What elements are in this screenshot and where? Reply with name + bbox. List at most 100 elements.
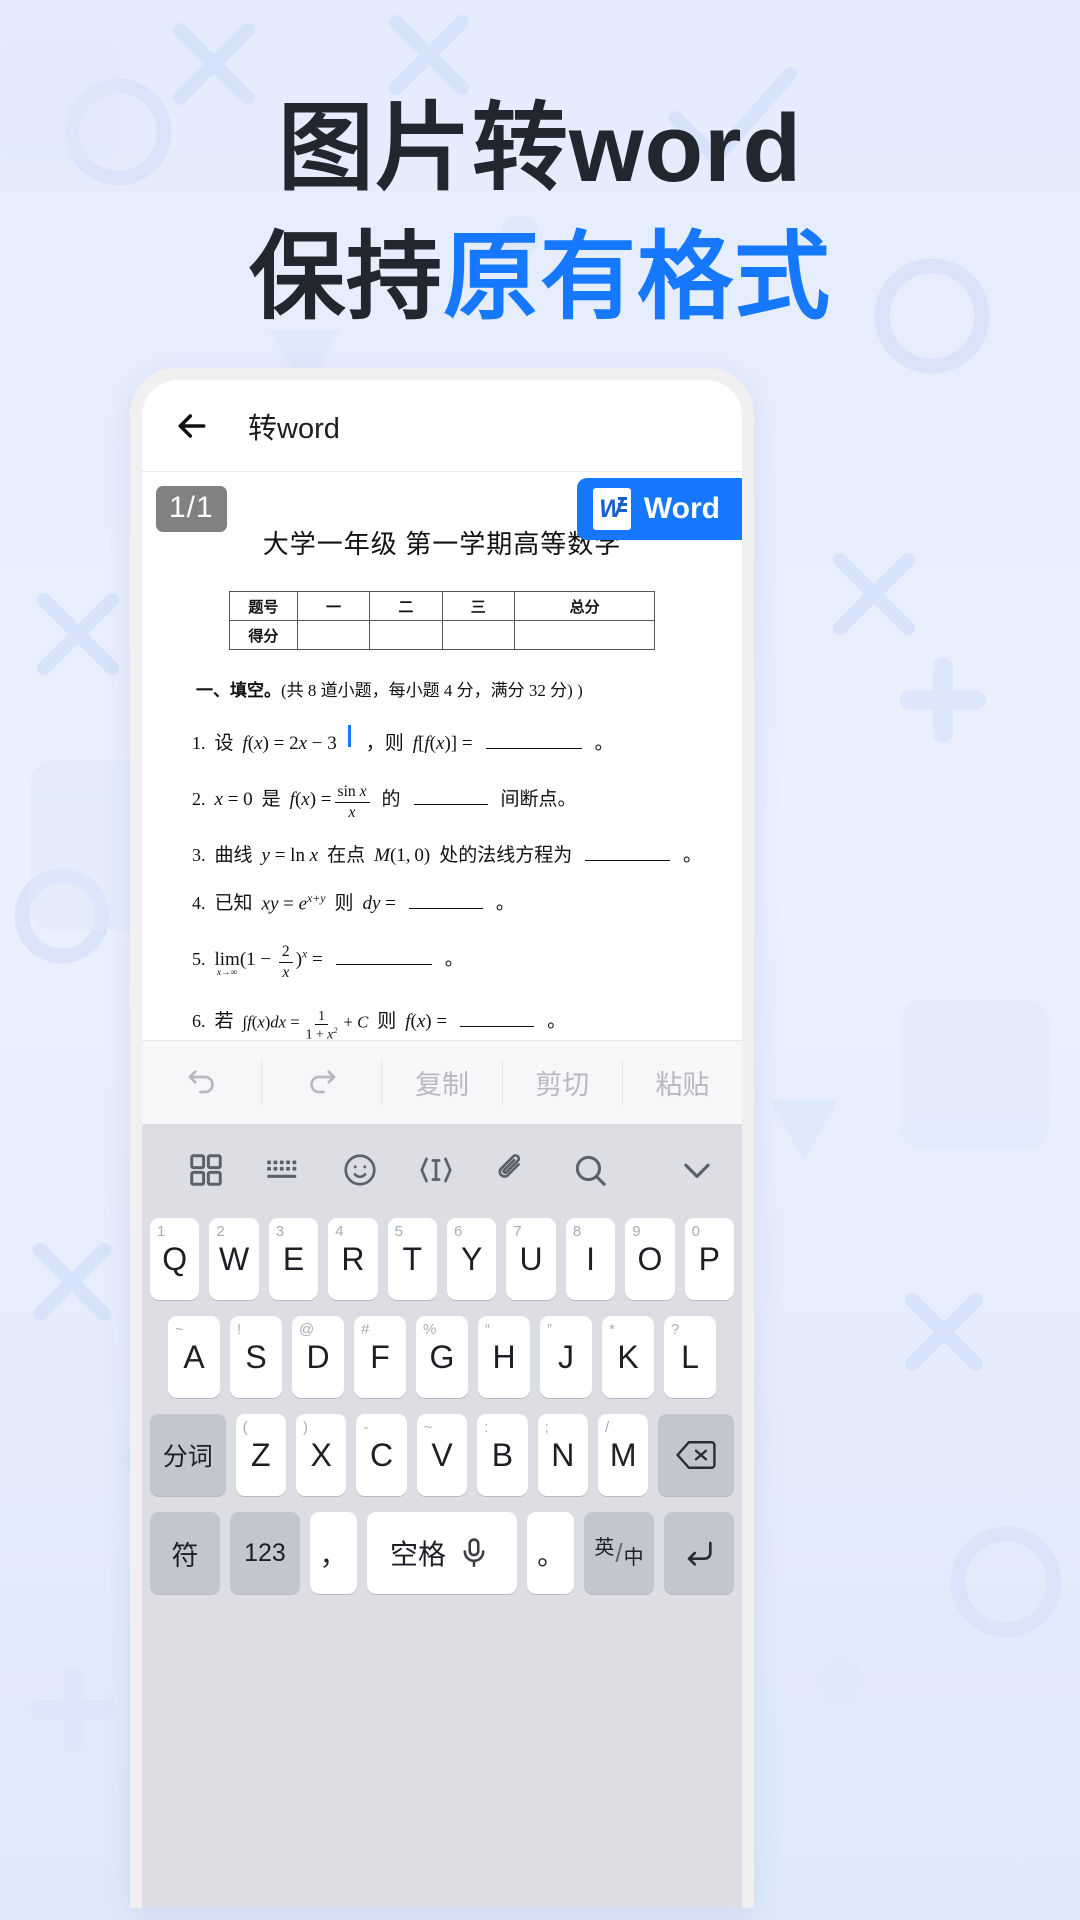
key-z[interactable]: (Z	[235, 1414, 286, 1496]
key-e[interactable]: 3E	[268, 1218, 319, 1300]
key-h[interactable]: “H	[478, 1316, 530, 1398]
document-viewer[interactable]: 大学一年级 第一学期高等数学 题号 一 二 三 总分 得分 一、填空。(共 8 …	[142, 472, 742, 1040]
key-s[interactable]: ! S	[230, 1316, 282, 1398]
score-table: 题号 一 二 三 总分 得分	[228, 591, 656, 650]
key-n[interactable]: ; N	[537, 1414, 589, 1496]
keyboard-row-3: 分词 (Z ) X -C ~ V :B ; N / M	[142, 1414, 742, 1496]
key-k[interactable]: * K	[602, 1316, 654, 1398]
section-heading: 一、填空。(共 8 道小题，每小题 4 分，满分 32 分) )	[196, 676, 702, 701]
table-cell	[296, 620, 371, 650]
key-v[interactable]: ~ V	[416, 1414, 468, 1496]
key-hint: *	[609, 1321, 615, 1338]
answer-blank	[335, 951, 432, 965]
key-j[interactable]: ” J	[540, 1316, 592, 1398]
question-number: 5.	[192, 948, 206, 969]
key-u[interactable]: 7U	[506, 1218, 556, 1300]
redo-button[interactable]	[262, 1059, 383, 1106]
language-toggle-key[interactable]: 英 / 中	[584, 1512, 654, 1594]
key-x[interactable]: ) X	[295, 1414, 347, 1496]
enter-icon	[679, 1536, 719, 1570]
numeric-key[interactable]: 123	[229, 1512, 300, 1594]
headline-line-2-accent: 原有格式	[443, 223, 831, 331]
question-end: 。	[444, 948, 464, 970]
key-label: I	[586, 1240, 595, 1277]
table-row: 得分	[228, 620, 656, 650]
key-p[interactable]: 0P	[684, 1218, 735, 1300]
question-tail-cn: 的	[381, 788, 401, 810]
key-hint: 6	[454, 1223, 463, 1240]
undo-button[interactable]	[142, 1059, 263, 1106]
question-item: 2. x = 0 是 f(x) = sin xx 的 间断点。	[192, 781, 702, 821]
comma-key[interactable]: ，	[309, 1512, 357, 1594]
document-page[interactable]: 大学一年级 第一学期高等数学 题号 一 二 三 总分 得分 一、填空。(共 8 …	[156, 472, 728, 1040]
key-c[interactable]: -C	[356, 1414, 407, 1496]
export-word-button[interactable]: W Word	[576, 478, 742, 540]
table-cell: 一	[296, 591, 371, 621]
chevron-down-icon[interactable]	[628, 1151, 716, 1189]
search-icon[interactable]	[551, 1151, 628, 1189]
word-segment-key[interactable]: 分词	[149, 1414, 226, 1496]
text-caret	[347, 725, 351, 747]
key-label: C	[370, 1436, 394, 1473]
question-end: 。	[495, 892, 515, 914]
enter-key[interactable]	[664, 1512, 734, 1594]
period-key[interactable]: 。	[527, 1512, 575, 1594]
section-heading-rest: (共 8 道小题，每小题 4 分，满分 32 分) )	[281, 681, 583, 700]
grid-icon[interactable]	[168, 1151, 245, 1189]
question-tail-cn: 处的法线方程为	[439, 844, 573, 866]
text-cursor-icon[interactable]	[398, 1151, 475, 1189]
question-tail-cn: ，则	[365, 733, 404, 754]
cut-button[interactable]: 剪切	[503, 1059, 623, 1106]
question-math: x = 0	[214, 788, 253, 810]
key-g[interactable]: % G	[416, 1316, 468, 1398]
key-f[interactable]: # F	[354, 1316, 406, 1398]
headline-line-2: 保持原有格式	[0, 217, 1080, 340]
question-math: lim x→∞ (1 − 2 x)x =	[214, 942, 323, 981]
symbol-key[interactable]: 符	[150, 1512, 220, 1594]
question-number: 1.	[192, 733, 206, 753]
keyboard-icon[interactable]	[245, 1151, 322, 1189]
backspace-key[interactable]	[658, 1414, 735, 1496]
page-indicator: 1/1	[156, 486, 227, 532]
key-label: J	[558, 1338, 574, 1375]
key-label: U	[519, 1240, 543, 1277]
key-hint: 1	[156, 1223, 166, 1240]
question-lead: 曲线	[214, 844, 253, 866]
undo-icon	[184, 1065, 220, 1101]
question-item: 6. 若 ∫f(x)dx = 1 1 + x2 + C 则 f(x) = 。	[192, 1006, 702, 1040]
key-hint: @	[299, 1321, 315, 1338]
copy-button[interactable]: 复制	[382, 1059, 503, 1106]
key-i[interactable]: 8I	[565, 1218, 616, 1300]
key-q[interactable]: 1Q	[149, 1218, 200, 1300]
app-bar: 转word	[142, 380, 742, 472]
key-label: O	[637, 1240, 663, 1277]
space-key[interactable]: 空格	[366, 1512, 518, 1594]
question-end: 。	[682, 844, 702, 866]
paste-button[interactable]: 粘贴	[623, 1060, 742, 1106]
language-toggle-bottom: 中	[623, 1547, 644, 1569]
key-w[interactable]: 2W	[209, 1218, 259, 1300]
key-o[interactable]: 9O	[625, 1218, 675, 1300]
mic-icon	[454, 1536, 494, 1570]
clipboard-icon[interactable]	[475, 1151, 552, 1189]
key-label: M	[609, 1436, 637, 1473]
key-b[interactable]: :B	[477, 1414, 528, 1496]
key-r[interactable]: 4R	[328, 1218, 378, 1300]
key-l[interactable]: ? L	[664, 1316, 716, 1398]
word-logo-icon: W	[592, 488, 631, 530]
key-a[interactable]: ~ A	[168, 1316, 220, 1398]
language-toggle-slash: /	[615, 1538, 623, 1568]
key-t[interactable]: 5T	[387, 1218, 437, 1300]
emoji-icon[interactable]	[321, 1151, 398, 1189]
question-lead: 是	[261, 788, 281, 810]
question-math: ∫f(x)dx = 1 1 + x2 + C	[242, 1007, 369, 1040]
key-y[interactable]: 6Y	[447, 1218, 497, 1300]
question-math: f(x) = 2x − 3	[242, 733, 337, 754]
key-label: S	[245, 1338, 267, 1375]
section-heading-bold: 一、填空。	[196, 681, 281, 700]
key-d[interactable]: @ D	[292, 1316, 344, 1398]
headline-line-2-dark: 保持	[249, 223, 443, 331]
virtual-keyboard: 1Q 2W 3E 4R 5T 6Y 7U 8I 9O 0P ~ A ! S @ D #…	[142, 1124, 742, 1908]
key-m[interactable]: / M	[598, 1414, 649, 1496]
back-arrow-icon[interactable]	[172, 406, 212, 446]
